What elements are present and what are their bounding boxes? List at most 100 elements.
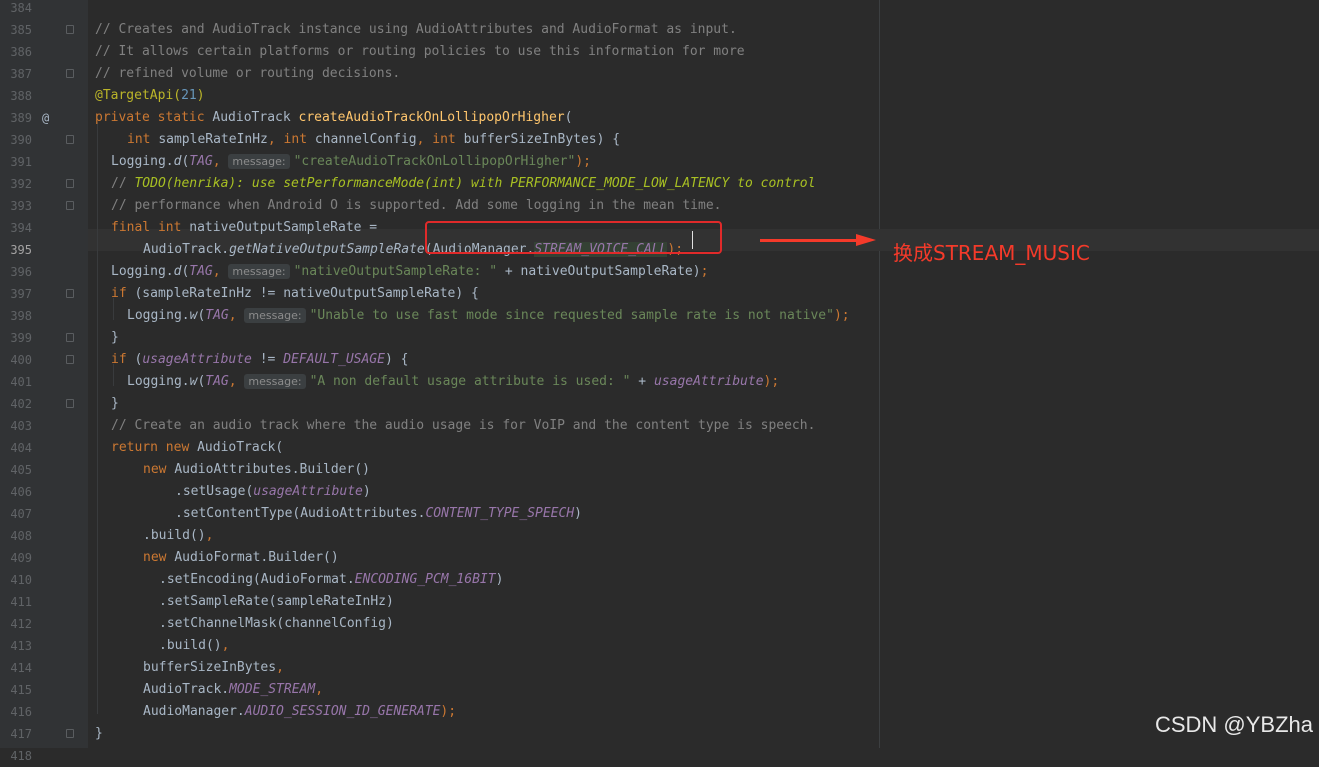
line-number[interactable]: 406 — [0, 481, 32, 503]
code-text[interactable]: .setUsage(usageAttribute) — [175, 481, 371, 503]
code-line[interactable]: 415 AudioTrack.MODE_STREAM, — [0, 679, 1319, 701]
code-line[interactable]: 408 .build(), — [0, 525, 1319, 547]
code-line[interactable]: 389 @ private static AudioTrack createAudi… — [0, 107, 1319, 129]
code-line[interactable]: 387 // refined volume or routing decision… — [0, 63, 1319, 85]
line-number[interactable]: 403 — [0, 415, 32, 437]
code-text[interactable]: // performance when Android O is support… — [111, 195, 721, 217]
code-line[interactable]: 396 Logging.d(TAG, message: "nativeOutputS… — [0, 261, 1319, 283]
line-number[interactable]: 387 — [0, 63, 32, 85]
code-text[interactable]: } — [95, 723, 103, 745]
code-text[interactable]: Logging.w(TAG, message: "A non default us… — [127, 371, 779, 393]
line-number[interactable]: 393 — [0, 195, 32, 217]
fold-marker-icon[interactable] — [66, 355, 74, 364]
code-text[interactable]: AudioTrack.MODE_STREAM, — [143, 679, 323, 701]
code-text[interactable]: .setSampleRate(sampleRateInHz) — [159, 591, 394, 613]
code-text[interactable]: .build(), — [143, 525, 213, 547]
code-text[interactable]: new AudioAttributes.Builder() — [143, 459, 370, 481]
code-line[interactable]: 411 .setSampleRate(sampleRateInHz) — [0, 591, 1319, 613]
code-line[interactable]: 404 return new AudioTrack( — [0, 437, 1319, 459]
code-line[interactable]: 407 .setContentType(AudioAttributes.CONTE… — [0, 503, 1319, 525]
line-number[interactable]: 399 — [0, 327, 32, 349]
code-line[interactable]: 388 @TargetApi(21) — [0, 85, 1319, 107]
code-line[interactable]: 414 bufferSizeInBytes, — [0, 657, 1319, 679]
code-text[interactable]: private static AudioTrack createAudioTra… — [95, 107, 572, 129]
code-line[interactable]: 406 .setUsage(usageAttribute) — [0, 481, 1319, 503]
code-text[interactable]: // Create an audio track where the audio… — [111, 415, 815, 437]
line-number[interactable]: 408 — [0, 525, 32, 547]
fold-marker-icon[interactable] — [66, 25, 74, 34]
at-icon[interactable]: @ — [42, 107, 49, 129]
line-number[interactable]: 405 — [0, 459, 32, 481]
code-line[interactable]: 393 // performance when Android O is supp… — [0, 195, 1319, 217]
line-number[interactable]: 402 — [0, 393, 32, 415]
code-line[interactable]: 403 // Create an audio track where the au… — [0, 415, 1319, 437]
code-line[interactable]: 413 .build(), — [0, 635, 1319, 657]
code-text[interactable]: Logging.d(TAG, message: "nativeOutputSamp… — [111, 261, 708, 283]
line-number[interactable]: 390 — [0, 129, 32, 151]
fold-marker-icon[interactable] — [66, 333, 74, 342]
code-text[interactable]: new AudioFormat.Builder() — [143, 547, 339, 569]
code-text[interactable]: } — [111, 393, 119, 415]
code-line[interactable]: 405 new AudioAttributes.Builder() — [0, 459, 1319, 481]
code-line[interactable]: 418 — [0, 745, 1319, 767]
fold-marker-icon[interactable] — [66, 729, 74, 738]
line-number[interactable]: 415 — [0, 679, 32, 701]
line-number[interactable]: 411 — [0, 591, 32, 613]
code-text[interactable]: } — [111, 327, 119, 349]
code-text[interactable]: .setChannelMask(channelConfig) — [159, 613, 394, 635]
fold-marker-icon[interactable] — [66, 289, 74, 298]
code-line[interactable]: 397 if (sampleRateInHz != nativeOutputSam… — [0, 283, 1319, 305]
line-number[interactable]: 413 — [0, 635, 32, 657]
code-text[interactable]: @TargetApi(21) — [95, 85, 205, 107]
code-line[interactable]: 416 AudioManager.AUDIO_SESSION_ID_GENERAT… — [0, 701, 1319, 723]
code-line[interactable]: 390 int sampleRateInHz, int channelConfig… — [0, 129, 1319, 151]
code-line[interactable]: 391 Logging.d(TAG, message: "createAudioTr… — [0, 151, 1319, 173]
code-line[interactable]: 399} — [0, 327, 1319, 349]
code-text[interactable]: // Creates and AudioTrack instance using… — [95, 19, 737, 41]
line-number[interactable]: 386 — [0, 41, 32, 63]
line-number[interactable]: 391 — [0, 151, 32, 173]
code-line[interactable]: 401 Logging.w(TAG, message: "A non default… — [0, 371, 1319, 393]
line-number[interactable]: 414 — [0, 657, 32, 679]
code-text[interactable]: if (sampleRateInHz != nativeOutputSample… — [111, 283, 479, 305]
fold-marker-icon[interactable] — [66, 179, 74, 188]
line-number[interactable]: 412 — [0, 613, 32, 635]
line-number[interactable]: 389 — [0, 107, 32, 129]
code-line[interactable]: 398 Logging.w(TAG, message: "Unable to use… — [0, 305, 1319, 327]
code-text[interactable]: final int nativeOutputSampleRate = — [111, 217, 377, 239]
line-number[interactable]: 409 — [0, 547, 32, 569]
code-line[interactable]: 402} — [0, 393, 1319, 415]
code-line[interactable]: 412 .setChannelMask(channelConfig) — [0, 613, 1319, 635]
code-text[interactable]: // TODO(henrika): use setPerformanceMode… — [111, 173, 815, 195]
line-number[interactable]: 417 — [0, 723, 32, 745]
code-text[interactable]: int sampleRateInHz, int channelConfig, i… — [127, 129, 620, 151]
code-line[interactable]: 386 // It allows certain platforms or rou… — [0, 41, 1319, 63]
code-line[interactable]: 409 new AudioFormat.Builder() — [0, 547, 1319, 569]
line-number[interactable]: 400 — [0, 349, 32, 371]
code-text[interactable]: .build(), — [159, 635, 229, 657]
fold-marker-icon[interactable] — [66, 399, 74, 408]
line-number[interactable]: 407 — [0, 503, 32, 525]
line-number[interactable]: 394 — [0, 217, 32, 239]
code-line[interactable]: 400 if (usageAttribute != DEFAULT_USAGE) … — [0, 349, 1319, 371]
code-text[interactable]: if (usageAttribute != DEFAULT_USAGE) { — [111, 349, 408, 371]
code-editor[interactable]: 384 385 // Creates and AudioTrack instance… — [0, 0, 1319, 763]
code-line[interactable]: 410 .setEncoding(AudioFormat.ENCODING_PCM… — [0, 569, 1319, 591]
line-number[interactable]: 395 — [0, 239, 32, 261]
code-text[interactable]: return new AudioTrack( — [111, 437, 283, 459]
line-number[interactable]: 384 — [0, 0, 32, 19]
fold-marker-icon[interactable] — [66, 135, 74, 144]
fold-marker-icon[interactable] — [66, 201, 74, 210]
line-number[interactable]: 388 — [0, 85, 32, 107]
code-text[interactable]: AudioManager.AUDIO_SESSION_ID_GENERATE); — [143, 701, 456, 723]
fold-marker-icon[interactable] — [66, 69, 74, 78]
code-line[interactable]: 384 — [0, 0, 1319, 19]
code-line[interactable]: 417} — [0, 723, 1319, 745]
code-text[interactable]: .setEncoding(AudioFormat.ENCODING_PCM_16… — [159, 569, 503, 591]
line-number[interactable]: 404 — [0, 437, 32, 459]
line-number[interactable]: 397 — [0, 283, 32, 305]
code-line[interactable]: 392 // TODO(henrika): use setPerformanceM… — [0, 173, 1319, 195]
line-number[interactable]: 385 — [0, 19, 32, 41]
line-number[interactable]: 392 — [0, 173, 32, 195]
line-number[interactable]: 401 — [0, 371, 32, 393]
